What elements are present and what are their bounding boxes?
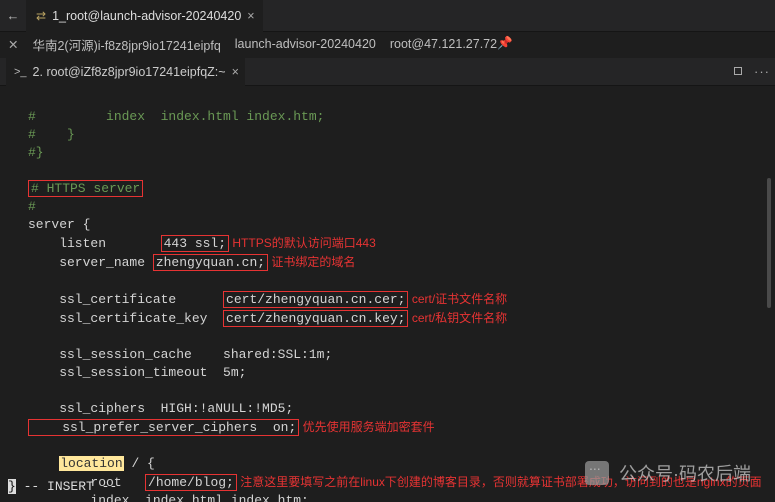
wechat-icon — [585, 461, 609, 485]
code-line: server { — [28, 217, 90, 232]
annotation: 优先使用服务端加密套件 — [299, 420, 434, 434]
annotation: HTTPS的默认访问端口443 — [229, 236, 376, 250]
watermark-text: 公众号·码农后端 — [619, 460, 751, 486]
boxed-text: ssl_prefer_server_ciphers on; — [28, 419, 299, 436]
annotation: cert/证书文件名称 — [408, 292, 507, 306]
breadcrumb: ✕ 华南2(河源)i-f8z8jpr9io17241eipfq launch-a… — [0, 32, 775, 56]
annotation: cert/私钥文件名称 — [408, 311, 507, 325]
code-text: / { — [124, 456, 155, 471]
more-button[interactable]: ··· — [751, 60, 773, 82]
terminal-tab-label: 2. root@iZf8z8jpr9io17241eipfqZ:~ — [33, 65, 226, 79]
file-tab-label: 1_root@launch-advisor-20240420 — [52, 9, 241, 23]
breadcrumb-segment[interactable]: 华南2(河源)i-f8z8jpr9io17241eipfq — [32, 35, 220, 54]
code-text: ssl_certificate_key — [28, 311, 223, 326]
terminal-file-icon: ⇄ — [36, 9, 46, 23]
terminal-tabbar: >_ 2. root@iZf8z8jpr9io17241eipfqZ:~ × ·… — [0, 58, 775, 86]
vim-mode: -- INSERT -- — [24, 479, 118, 494]
editor-area[interactable]: # index index.html index.htm; # } #} # H… — [0, 86, 775, 502]
boxed-text: cert/zhengyquan.cn.key; — [223, 310, 408, 327]
boxed-text: # HTTPS server — [28, 180, 143, 197]
breadcrumb-segment[interactable]: root@47.121.27.72 — [390, 37, 497, 51]
close-icon[interactable]: × — [247, 9, 254, 23]
code-line: ssl_ciphers HIGH:!aNULL:!MD5; — [28, 401, 293, 416]
close-icon[interactable]: × — [232, 65, 239, 79]
file-tab[interactable]: ⇄ 1_root@launch-advisor-20240420 × — [26, 0, 263, 32]
statusline: } -- INSERT -- — [8, 479, 117, 494]
code-text: server_name — [28, 255, 153, 270]
pin-icon: 📌 — [497, 36, 513, 50]
close-icon[interactable]: ✕ — [8, 37, 18, 52]
boxed-text: 443 ssl; — [161, 235, 229, 252]
code-line: index index.html index.htm; — [28, 493, 309, 502]
highlighted-keyword: location — [59, 456, 123, 471]
code-line: ssl_session_cache shared:SSL:1m; — [28, 347, 332, 362]
back-button[interactable]: ← — [0, 2, 26, 30]
scrollbar-thumb[interactable] — [767, 178, 771, 308]
code-line: #} — [28, 145, 44, 160]
split-panel-button[interactable] — [727, 60, 749, 82]
watermark: 公众号·码农后端 — [585, 460, 751, 486]
code-line: # — [28, 199, 36, 214]
code-line: ssl_session_timeout 5m; — [28, 365, 246, 380]
code-line: # } — [28, 127, 75, 142]
boxed-text: /home/blog; — [145, 474, 237, 491]
breadcrumb-segment[interactable]: launch-advisor-20240420 — [235, 37, 376, 51]
boxed-text: zhengyquan.cn; — [153, 254, 268, 271]
annotation: 证书绑定的域名 — [268, 255, 355, 269]
boxed-text: cert/zhengyquan.cn.cer; — [223, 291, 408, 308]
workbench-tabbar: ← ⇄ 1_root@launch-advisor-20240420 × — [0, 0, 775, 32]
code-line: # index index.html index.htm; — [28, 109, 324, 124]
cursor-char: } — [8, 479, 16, 494]
terminal-tab[interactable]: >_ 2. root@iZf8z8jpr9io17241eipfqZ:~ × — [6, 58, 245, 86]
terminal-icon: >_ — [14, 66, 27, 78]
code-text: listen — [28, 236, 161, 251]
code-text: ssl_certificate — [28, 292, 223, 307]
